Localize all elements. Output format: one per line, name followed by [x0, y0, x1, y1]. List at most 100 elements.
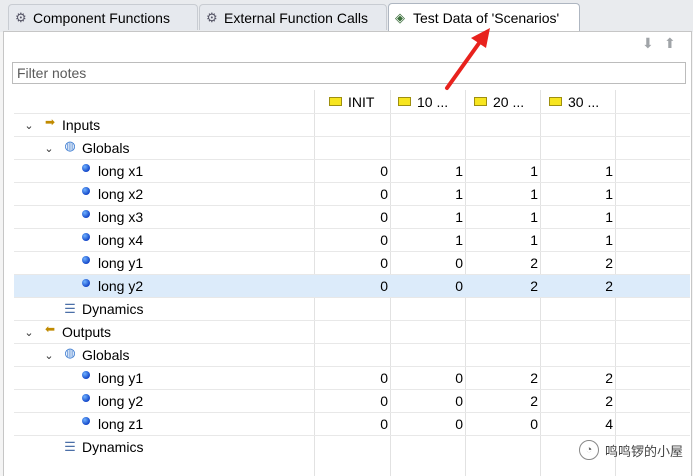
value-cell[interactable]: 0 — [328, 413, 388, 435]
row-label-text: Globals — [82, 347, 130, 363]
column-header-10[interactable]: 10 ... — [398, 90, 448, 113]
value-cell[interactable]: 1 — [403, 206, 463, 228]
row-label-text: long z1 — [98, 416, 144, 432]
value-cell[interactable]: 0 — [328, 229, 388, 251]
editor-tab-bar: ⚙ Component Functions ⚙ External Functio… — [0, 0, 693, 32]
value-cell[interactable]: 0 — [403, 413, 463, 435]
table-row[interactable]: long y2 0 0 2 2 — [14, 389, 690, 412]
value-cell[interactable]: 1 — [478, 229, 538, 251]
expand-toggle-icon[interactable]: ⌄ — [22, 114, 36, 136]
value-cell[interactable]: 1 — [403, 183, 463, 205]
row-label: long x2 — [82, 183, 143, 205]
value-cell[interactable]: 0 — [403, 252, 463, 274]
value-cell[interactable]: 1 — [478, 206, 538, 228]
filter-notes-input[interactable] — [12, 62, 686, 84]
row-label-text: Dynamics — [82, 301, 144, 317]
value-cell[interactable]: 2 — [478, 367, 538, 389]
test-data-icon: ◈ — [395, 10, 405, 25]
tab-test-data-scenarios[interactable]: ◈ Test Data of 'Scenarios' — [388, 3, 580, 32]
row-label: ☰ Dynamics — [62, 298, 143, 320]
column-header-label: 30 ... — [568, 93, 600, 110]
scenario-tag-icon — [329, 97, 342, 106]
value-cell[interactable]: 2 — [478, 390, 538, 412]
row-label: long y2 — [82, 390, 143, 412]
table-row[interactable]: long x4 0 1 1 1 — [14, 228, 690, 251]
external-call-icon: ⚙ — [206, 9, 218, 25]
value-cell[interactable]: 1 — [553, 183, 613, 205]
row-label-text: long y2 — [98, 278, 144, 294]
expand-toggle-icon[interactable]: ⌄ — [22, 321, 36, 343]
table-row[interactable]: long x1 0 1 1 1 — [14, 159, 690, 182]
value-cell[interactable]: 2 — [553, 367, 613, 389]
wechat-logo-icon: ◔ — [578, 440, 599, 460]
value-cell[interactable]: 1 — [553, 160, 613, 182]
dynamics-icon: ☰ — [64, 439, 76, 454]
row-label-text: long x2 — [98, 186, 144, 202]
globals-icon: ◍ — [64, 138, 76, 153]
value-cell[interactable]: 1 — [478, 160, 538, 182]
tree-group-row[interactable]: ⌄ ◍ Globals — [14, 136, 690, 159]
scenario-tag-icon — [398, 97, 411, 106]
table-row[interactable]: long y1 0 0 2 2 — [14, 366, 690, 389]
value-cell[interactable]: 2 — [553, 390, 613, 412]
value-cell[interactable]: 0 — [403, 390, 463, 412]
row-label-text: Dynamics — [82, 439, 144, 455]
row-label: long x3 — [82, 206, 143, 228]
variable-dot-icon — [82, 187, 90, 195]
value-cell[interactable]: 0 — [328, 160, 388, 182]
column-header-30[interactable]: 30 ... — [549, 90, 599, 113]
variable-dot-icon — [82, 164, 90, 172]
value-cell[interactable]: 0 — [328, 206, 388, 228]
value-cell[interactable]: 0 — [478, 413, 538, 435]
gear-icon: ⚙ — [15, 9, 27, 25]
tree-group-row[interactable]: ⌄ ◍ Globals — [14, 343, 690, 366]
table-row[interactable]: long x3 0 1 1 1 — [14, 205, 690, 228]
value-cell[interactable]: 0 — [328, 252, 388, 274]
scenario-tag-icon — [474, 97, 487, 106]
expand-toggle-icon[interactable]: ⌄ — [42, 344, 56, 366]
value-cell[interactable]: 1 — [553, 229, 613, 251]
value-cell[interactable]: 2 — [478, 275, 538, 297]
panel-toolbar: ⬇ ⬆ — [4, 32, 691, 58]
globals-icon: ◍ — [64, 345, 76, 360]
row-label: ◍ Globals — [62, 137, 129, 159]
row-label: long y1 — [82, 252, 143, 274]
table-row[interactable]: long y2 0 0 2 2 — [14, 274, 690, 297]
tree-group-row[interactable]: ☰ Dynamics — [14, 297, 690, 320]
tree-group-row[interactable]: ⌄ ➡ Inputs — [14, 113, 690, 136]
value-cell[interactable]: 1 — [553, 206, 613, 228]
row-label-text: long x4 — [98, 232, 144, 248]
value-cell[interactable]: 0 — [328, 367, 388, 389]
value-cell[interactable]: 2 — [478, 252, 538, 274]
value-cell[interactable]: 4 — [553, 413, 613, 435]
tab-external-function-calls[interactable]: ⚙ External Function Calls — [199, 4, 387, 30]
value-cell[interactable]: 1 — [478, 183, 538, 205]
table-row[interactable]: long x2 0 1 1 1 — [14, 182, 690, 205]
column-header-init[interactable]: INIT — [329, 90, 374, 113]
row-label: long x1 — [82, 160, 143, 182]
expand-toggle-icon[interactable]: ⌄ — [42, 137, 56, 159]
variable-dot-icon — [82, 371, 90, 379]
row-label-text: long y1 — [98, 370, 144, 386]
value-cell[interactable]: 0 — [328, 183, 388, 205]
value-cell[interactable]: 2 — [553, 252, 613, 274]
value-cell[interactable]: 1 — [403, 160, 463, 182]
table-row[interactable]: long y1 0 0 2 2 — [14, 251, 690, 274]
value-cell[interactable]: 0 — [403, 275, 463, 297]
tree-group-row[interactable]: ⌄ ⬅ Outputs — [14, 320, 690, 343]
row-label: long y1 — [82, 367, 143, 389]
value-cell[interactable]: 0 — [328, 275, 388, 297]
tab-component-functions[interactable]: ⚙ Component Functions — [8, 4, 198, 30]
value-cell[interactable]: 1 — [403, 229, 463, 251]
watermark-text: 鸣鸣锣的小屋 — [604, 443, 683, 459]
move-up-icon[interactable]: ⬆ — [664, 36, 678, 50]
table-row[interactable]: long z1 0 0 0 4 — [14, 412, 690, 435]
value-cell[interactable]: 0 — [403, 367, 463, 389]
move-down-icon[interactable]: ⬇ — [642, 36, 656, 50]
row-label-text: long x1 — [98, 163, 144, 179]
column-header-20[interactable]: 20 ... — [474, 90, 524, 113]
row-label: ◍ Globals — [62, 344, 129, 366]
value-cell[interactable]: 2 — [553, 275, 613, 297]
row-label-text: Outputs — [62, 324, 112, 340]
value-cell[interactable]: 0 — [328, 390, 388, 412]
